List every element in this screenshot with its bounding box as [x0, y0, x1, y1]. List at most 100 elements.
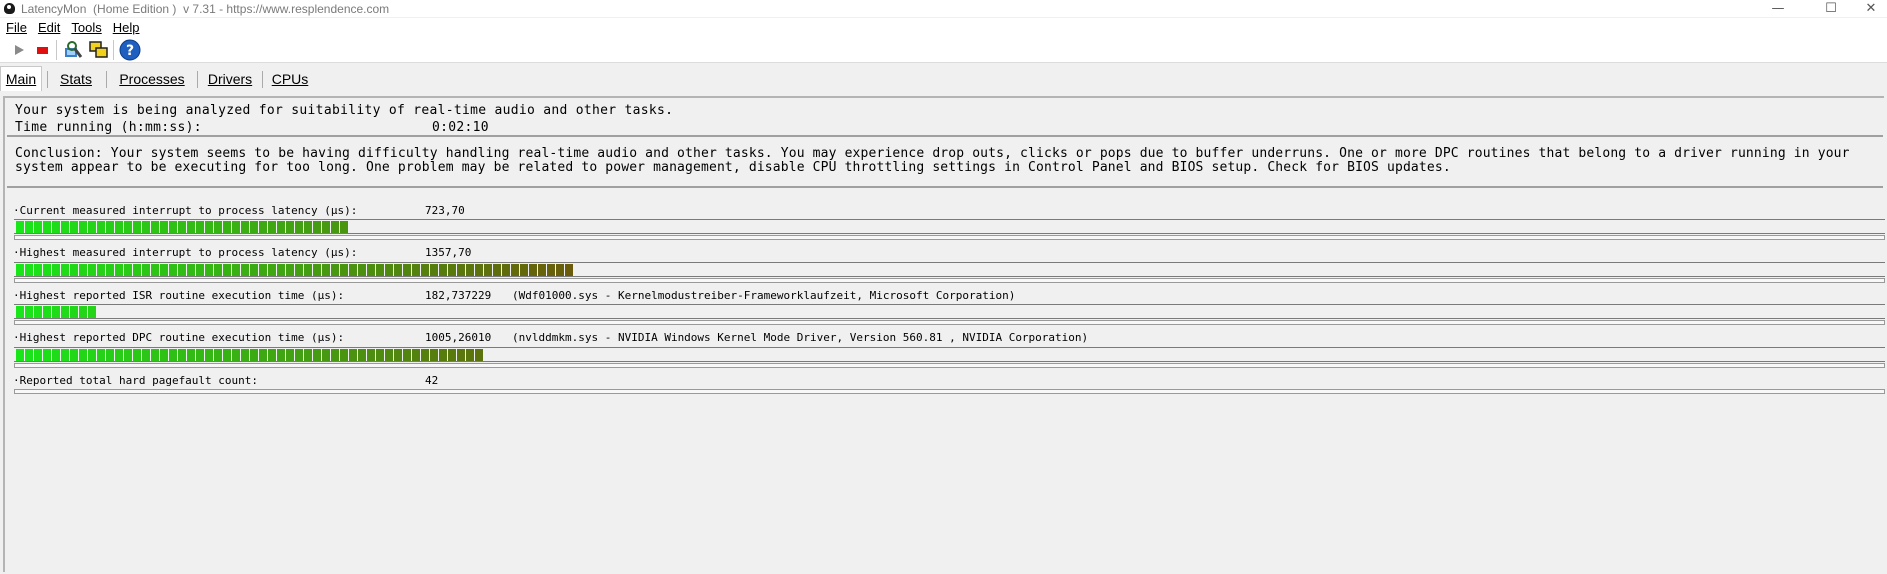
bar-segment	[268, 349, 276, 361]
bar-segment	[16, 221, 24, 233]
bar-segment	[34, 221, 42, 233]
bar-segment	[403, 264, 411, 276]
bar-segment	[52, 264, 60, 276]
bar-segment	[205, 264, 213, 276]
bar-segment	[511, 264, 519, 276]
bar-segment	[16, 306, 24, 318]
bar-segment	[367, 264, 375, 276]
play-icon[interactable]	[8, 39, 30, 61]
tab-drivers[interactable]: Drivers	[201, 66, 259, 91]
bar-segment	[88, 306, 96, 318]
bar-segment	[223, 221, 231, 233]
bar-segment	[268, 221, 276, 233]
tab-stats-label: Stats	[60, 70, 92, 87]
bar-segment	[34, 306, 42, 318]
metric-label: ·Highest reported DPC routine execution …	[13, 331, 345, 344]
app-icon	[4, 3, 15, 14]
tab-stats[interactable]: Stats	[52, 66, 100, 91]
tab-divider	[262, 71, 263, 88]
bar-segment	[313, 221, 321, 233]
bar-segment	[25, 221, 33, 233]
bar-segment	[367, 349, 375, 361]
bar-segment	[187, 349, 195, 361]
tab-main[interactable]: Main	[0, 66, 42, 91]
bar-segment	[97, 221, 105, 233]
bar-segment	[142, 221, 150, 233]
bar-segment	[322, 264, 330, 276]
bar-segment	[304, 221, 312, 233]
bar-segment	[520, 264, 528, 276]
latency-bar	[14, 347, 1885, 362]
tab-divider	[197, 71, 198, 88]
help-icon[interactable]: ?	[119, 39, 141, 61]
bar-segment	[43, 264, 51, 276]
bar-segment	[286, 349, 294, 361]
bar-segment	[493, 264, 501, 276]
bar-segment	[187, 264, 195, 276]
latency-bar	[14, 262, 1885, 277]
metric-label: ·Reported total hard pagefault count:	[13, 374, 259, 387]
bar-segment	[187, 221, 195, 233]
bar-segment	[286, 221, 294, 233]
bar-segment	[178, 221, 186, 233]
bar-segment	[358, 264, 366, 276]
bar-segment	[295, 349, 303, 361]
metric-value: 1357,70	[425, 246, 472, 259]
bar-segment	[88, 349, 96, 361]
bar-scale	[14, 278, 1885, 283]
bar-segment	[340, 264, 348, 276]
stop-icon[interactable]	[31, 39, 53, 61]
menu-help[interactable]: Help	[113, 20, 140, 35]
tab-cpus-label: CPUs	[271, 70, 309, 87]
bar-segment	[475, 264, 483, 276]
menu-file-label: File	[6, 20, 27, 35]
tab-main-label: Main	[5, 71, 37, 87]
bar-segment	[241, 349, 249, 361]
bar-segment	[394, 349, 402, 361]
bar-segment	[259, 221, 267, 233]
metric-label: ·Highest reported ISR routine execution …	[13, 289, 345, 302]
tab-processes[interactable]: Processes	[112, 66, 192, 91]
tab-processes-label: Processes	[119, 70, 185, 87]
windows-icon[interactable]	[88, 39, 110, 61]
bar-segment	[115, 349, 123, 361]
bar-segment	[565, 264, 573, 276]
bar-segment	[160, 349, 168, 361]
bar-segment	[394, 264, 402, 276]
bar-segment	[331, 221, 339, 233]
tab-strip: Main Stats Processes Drivers CPUs	[0, 66, 1887, 91]
tab-cpus[interactable]: CPUs	[266, 66, 314, 91]
metric-value: 1005,26010	[425, 331, 492, 344]
menu-help-label: Help	[112, 20, 140, 35]
bar-segment	[133, 264, 141, 276]
close-button[interactable]: ✕	[1848, 0, 1887, 17]
bar-segment	[250, 221, 258, 233]
bar-segment	[421, 264, 429, 276]
bar-segment	[115, 264, 123, 276]
minimize-button[interactable]: —	[1755, 0, 1801, 17]
bar-segment	[88, 264, 96, 276]
menu-file[interactable]: File	[6, 20, 27, 35]
bar-segment	[196, 264, 204, 276]
metric-detail: (nvlddmkm.sys - NVIDIA Windows Kernel Mo…	[512, 331, 1089, 344]
bar-segment	[241, 221, 249, 233]
bar-segment	[268, 264, 276, 276]
bar-segment	[61, 221, 69, 233]
bar-segment	[358, 349, 366, 361]
latency-bar	[14, 219, 1885, 234]
menu-edit[interactable]: Edit	[38, 20, 60, 35]
bar-segment	[133, 221, 141, 233]
bar-segment	[124, 349, 132, 361]
bar-segment	[151, 221, 159, 233]
bar-segment	[529, 264, 537, 276]
menu-tools[interactable]: Tools	[71, 20, 101, 35]
bar-segment	[160, 221, 168, 233]
bar-segment	[79, 306, 87, 318]
bar-segment	[70, 221, 78, 233]
bar-segment	[475, 349, 483, 361]
bar-segment	[106, 221, 114, 233]
bar-segment	[313, 349, 321, 361]
bar-scale	[14, 389, 1885, 394]
bar-segment	[250, 264, 258, 276]
driver-search-icon[interactable]	[62, 39, 84, 61]
